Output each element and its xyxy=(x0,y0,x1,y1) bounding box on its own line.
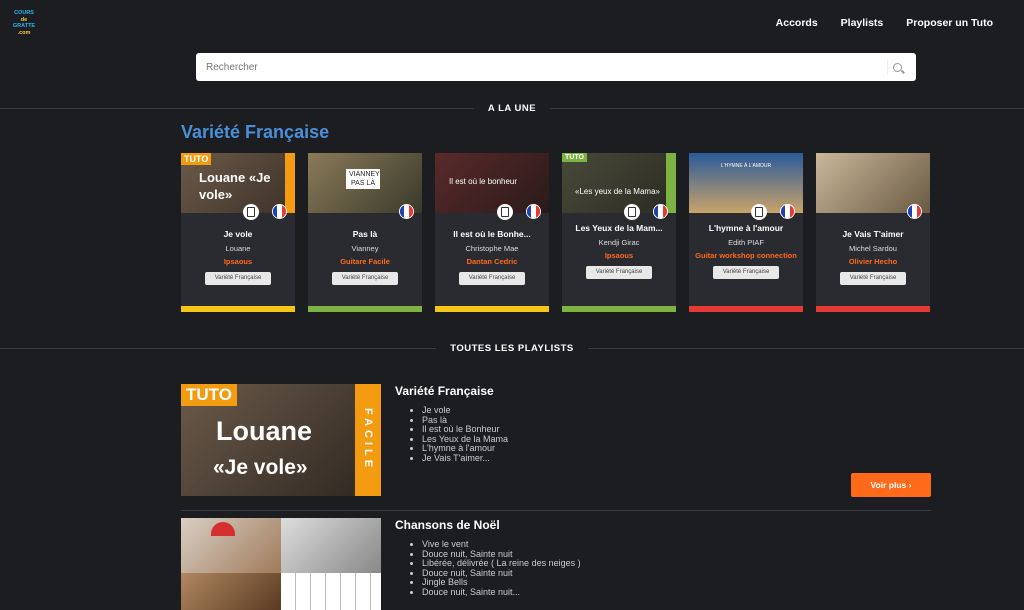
featured-title: Variété Française xyxy=(181,122,330,142)
card-author[interactable]: Dantan Cedric xyxy=(435,257,549,267)
playlist-title[interactable]: Variété Française xyxy=(395,384,494,398)
search-bar xyxy=(196,53,916,81)
card-author[interactable]: Guitare Facile xyxy=(308,257,422,267)
french-flag-icon xyxy=(526,204,541,219)
card-artist: Kendji Girac xyxy=(598,238,640,247)
card-title: Je vole xyxy=(223,229,253,239)
tab-icon xyxy=(751,204,767,220)
card-tag[interactable]: Variété Française xyxy=(586,265,652,279)
button-label: Voir plus xyxy=(870,480,907,490)
thumb-text: Louane xyxy=(216,416,313,446)
search-input[interactable] xyxy=(206,61,893,73)
card-author[interactable]: Ipsaous xyxy=(181,257,295,267)
card-artist: Christophe Mae xyxy=(465,244,519,253)
playlist-thumbnail[interactable]: TUTO FACILE Louane «Je vole» xyxy=(181,384,381,496)
card-artist: Edith PIAF xyxy=(728,238,764,247)
song-card[interactable]: Je Vais T'aimer Michel Sardou Olivier He… xyxy=(816,153,930,312)
app: COURS de GRATTE .com Accords Playlists P… xyxy=(0,0,1024,610)
playlist-item[interactable]: TUTO FACILE Louane «Je vole» Variété Fra… xyxy=(181,384,931,498)
song-card[interactable]: TUTO «Les yeux de la Mama» Les Yeux de l… xyxy=(562,153,676,312)
nav-proposer-tuto[interactable]: Proposer un Tuto xyxy=(906,17,993,29)
song-card[interactable]: VIANNEY PAS LÀ Pas là Vianney Guitare Fa… xyxy=(308,153,422,312)
difficulty-bar xyxy=(181,306,295,312)
card-title: Pas là xyxy=(352,229,378,239)
difficulty-bar xyxy=(816,306,930,312)
thumb-text: «Les yeux de la Mama» xyxy=(575,187,660,196)
difficulty-bar xyxy=(435,306,549,312)
tab-icon xyxy=(497,204,513,220)
tuto-badge: TUTO xyxy=(562,153,587,162)
featured-cards: TUTO Louane «Je vole» Je vole Louane Ips… xyxy=(181,153,930,312)
logo-text: COURS xyxy=(14,10,34,16)
playlist-item[interactable]: Chansons de Noël Vive le vent Douce nuit… xyxy=(181,518,931,610)
card-tag[interactable]: Variété Française xyxy=(332,271,398,285)
list-item: Je Vais T'aimer... xyxy=(422,453,508,464)
card-tag[interactable]: Variété Française xyxy=(205,271,271,285)
thumb-text: VIANNEY PAS LÀ xyxy=(346,169,380,189)
playlist-song-list: Vive le vent Douce nuit, Sainte nuit Lib… xyxy=(422,539,581,598)
french-flag-icon xyxy=(907,204,922,219)
card-author[interactable]: Olivier Hecho xyxy=(816,257,930,267)
chevron-right-icon: › xyxy=(908,480,912,490)
section-label-featured: A LA UNE xyxy=(473,103,551,114)
card-tag[interactable]: Variété Française xyxy=(713,265,779,279)
tab-icon xyxy=(624,204,640,220)
card-artist: Louane xyxy=(225,244,251,253)
card-tag[interactable]: Variété Française xyxy=(840,271,906,285)
difficulty-bar xyxy=(562,306,676,312)
list-item: Douce nuit, Sainte nuit... xyxy=(422,587,581,598)
french-flag-icon xyxy=(399,204,414,219)
song-card[interactable]: L'HYMNE À L'AMOUR L'hymne à l'amour Edit… xyxy=(689,153,803,312)
card-artist: Vianney xyxy=(351,244,379,253)
playlist-title[interactable]: Chansons de Noël xyxy=(395,518,500,532)
thumb-text: Il est où le bonheur xyxy=(449,177,518,186)
playlist-song-list: Je vole Pas là Il est où le Bonheur Les … xyxy=(422,405,508,464)
tuto-badge: TUTO xyxy=(181,384,237,406)
card-artist: Michel Sardou xyxy=(849,244,897,253)
card-title: Il est où le Bonhe... xyxy=(453,229,531,239)
search-separator xyxy=(887,59,888,75)
search-icon[interactable] xyxy=(893,62,902,72)
tuto-badge: TUTO xyxy=(181,153,212,165)
logo-text: .com xyxy=(17,29,31,36)
nav-playlists[interactable]: Playlists xyxy=(841,17,884,29)
thumb-text: L'HYMNE À L'AMOUR xyxy=(720,163,772,169)
card-title: L'hymne à l'amour xyxy=(708,223,784,233)
divider xyxy=(181,510,931,511)
thumb-text: «Je vole» xyxy=(213,456,308,479)
top-nav: Accords Playlists Proposer un Tuto xyxy=(776,17,993,29)
facile-label: FACILE xyxy=(355,384,381,496)
card-tag[interactable]: Variété Française xyxy=(459,271,525,285)
tab-icon xyxy=(243,204,259,220)
difficulty-bar xyxy=(689,306,803,312)
site-logo[interactable]: COURS de GRATTE .com xyxy=(12,10,36,36)
song-card[interactable]: TUTO Louane «Je vole» Je vole Louane Ips… xyxy=(181,153,295,312)
logo-text: GRATTE xyxy=(12,23,36,29)
card-title: Les Yeux de la Mam... xyxy=(575,223,663,233)
french-flag-icon xyxy=(653,204,668,219)
card-title: Je Vais T'aimer xyxy=(842,229,904,239)
song-card[interactable]: Il est où le bonheur Il est où le Bonhe.… xyxy=(435,153,549,312)
thumb-text: Louane «Je vole» xyxy=(199,170,271,202)
voir-plus-button[interactable]: Voir plus › xyxy=(851,473,931,497)
card-author[interactable]: Ipsaous xyxy=(562,251,676,261)
difficulty-bar xyxy=(308,306,422,312)
playlist-thumbnail[interactable] xyxy=(181,518,381,610)
section-label-playlists: TOUTES LES PLAYLISTS xyxy=(436,343,588,354)
card-author[interactable]: Guitar workshop connection xyxy=(689,251,803,261)
french-flag-icon xyxy=(272,204,287,219)
nav-accords[interactable]: Accords xyxy=(776,17,818,29)
french-flag-icon xyxy=(780,204,795,219)
